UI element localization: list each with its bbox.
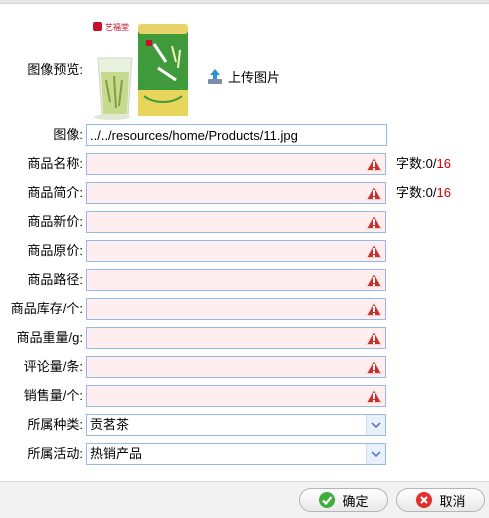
warning-icon: [366, 388, 382, 403]
weight-input[interactable]: [86, 327, 386, 349]
activity-select[interactable]: 热销产品: [86, 443, 386, 465]
field-label-weight: 商品重量/g:: [16, 330, 83, 345]
product-image-preview: 艺福堂: [92, 10, 196, 120]
chevron-down-icon[interactable]: [366, 444, 385, 464]
counter-current: 0: [425, 156, 433, 171]
product-path-input[interactable]: [86, 269, 386, 291]
warning-icon: [366, 359, 382, 374]
upload-image-label: 上传图片: [228, 69, 281, 85]
activity-select-value: 热销产品: [90, 446, 143, 461]
field-label-stock: 商品库存/个:: [10, 301, 83, 316]
field-label-name: 商品名称:: [27, 156, 83, 171]
reviews-input[interactable]: [86, 356, 386, 378]
upload-image-button[interactable]: 上传图片: [206, 66, 280, 86]
field-label-path: 商品路径:: [27, 272, 83, 287]
cancel-button[interactable]: 取消: [396, 488, 485, 512]
image-preview-label: 图像预览:: [27, 62, 83, 77]
select-label-activity: 所属活动:: [27, 446, 83, 461]
warning-icon: [366, 214, 382, 229]
field-label-sales: 销售量/个:: [23, 388, 83, 403]
confirm-button[interactable]: 确定: [299, 488, 388, 512]
intro-char-counter: 字数:0/16: [396, 185, 451, 201]
name-char-counter: 字数:0/16: [396, 156, 451, 172]
category-select[interactable]: 贡茗茶: [86, 414, 386, 436]
counter-max: 16: [436, 156, 451, 171]
old-price-input[interactable]: [86, 240, 386, 262]
sales-input[interactable]: [86, 385, 386, 407]
stock-input[interactable]: [86, 298, 386, 320]
field-label-image: 图像:: [53, 127, 83, 142]
product-intro-input[interactable]: [86, 182, 386, 204]
field-label-intro: 商品简介:: [27, 185, 83, 200]
field-label-reviews: 评论量/条:: [23, 359, 83, 374]
warning-icon: [366, 243, 382, 258]
check-icon: [319, 492, 336, 508]
category-select-value: 贡茗茶: [90, 417, 130, 432]
warning-icon: [366, 330, 382, 345]
close-icon: [416, 492, 433, 508]
chevron-down-icon[interactable]: [366, 415, 385, 435]
select-label-category: 所属种类:: [27, 417, 83, 432]
counter-max: 16: [436, 185, 451, 200]
product-name-input[interactable]: [86, 153, 386, 175]
svg-text:艺福堂: 艺福堂: [105, 22, 129, 32]
upload-icon: [208, 69, 222, 84]
warning-icon: [366, 301, 382, 316]
counter-current: 0: [425, 185, 433, 200]
confirm-label: 确定: [342, 493, 369, 509]
field-label-new-price: 商品新价:: [27, 214, 83, 229]
counter-label: 字数:: [396, 156, 426, 171]
cancel-label: 取消: [439, 493, 466, 509]
warning-icon: [366, 185, 382, 200]
dialog-top-border: [0, 0, 489, 4]
warning-icon: [366, 272, 382, 287]
new-price-input[interactable]: [86, 211, 386, 233]
image-path-input[interactable]: [86, 124, 387, 146]
field-label-old-price: 商品原价:: [27, 243, 83, 258]
warning-icon: [366, 156, 382, 171]
counter-label: 字数:: [396, 185, 426, 200]
